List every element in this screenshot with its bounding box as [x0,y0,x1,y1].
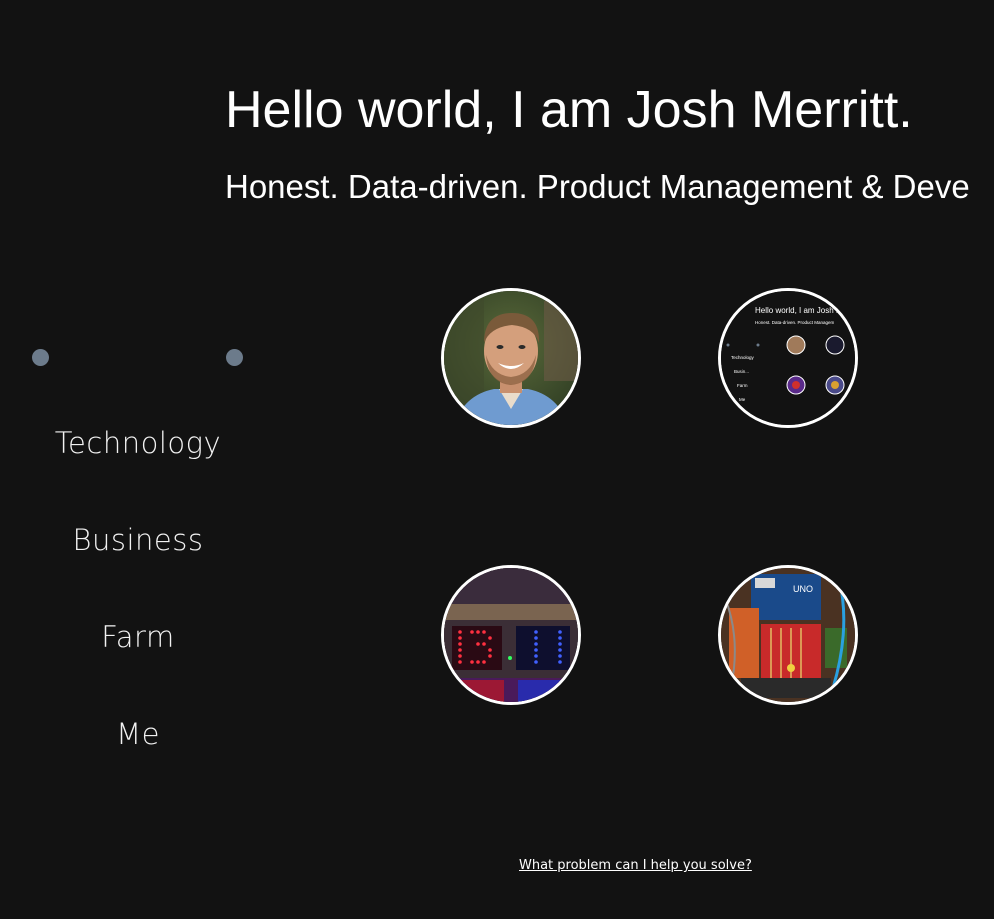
mini-nav-2: Busin... [734,369,749,374]
circuit-board-tile[interactable]: UNO [718,565,858,705]
mini-nav-3: Farm [737,383,748,388]
page: Hello world, I am Josh Merritt. Honest. … [0,0,994,919]
mini-tagline: Honest. Data-driven. Product Managem [755,320,835,325]
nav-item-farm[interactable]: Farm [40,614,236,711]
site-screenshot-thumbnail: Hello world, I am Josh M Honest. Data-dr… [721,291,855,425]
cta-link[interactable]: What problem can I help you solve? [519,858,752,873]
svg-text:UNO: UNO [793,584,813,594]
mini-title: Hello world, I am Josh M [755,306,843,315]
portrait-photo [444,291,578,425]
carousel-next-dot-icon[interactable] [226,349,243,366]
page-tagline: Honest. Data-driven. Product Management … [225,168,970,205]
category-nav: Technology Business Farm Me [40,420,236,808]
circuit-board-photo: UNO [721,568,855,702]
led-clock-tile[interactable] [441,565,581,705]
mini-nav-1: Technology [731,355,755,360]
nav-item-me[interactable]: Me [40,711,236,808]
led-clock-photo [444,568,578,702]
page-title: Hello world, I am Josh Merritt. [225,81,913,139]
nav-item-technology[interactable]: Technology [40,420,236,517]
site-screenshot-tile[interactable]: Hello world, I am Josh M Honest. Data-dr… [718,288,858,428]
mini-nav-4: Me [739,397,746,402]
nav-item-business[interactable]: Business [40,517,236,614]
portrait-photo-tile[interactable] [441,288,581,428]
carousel-prev-dot-icon[interactable] [32,349,49,366]
